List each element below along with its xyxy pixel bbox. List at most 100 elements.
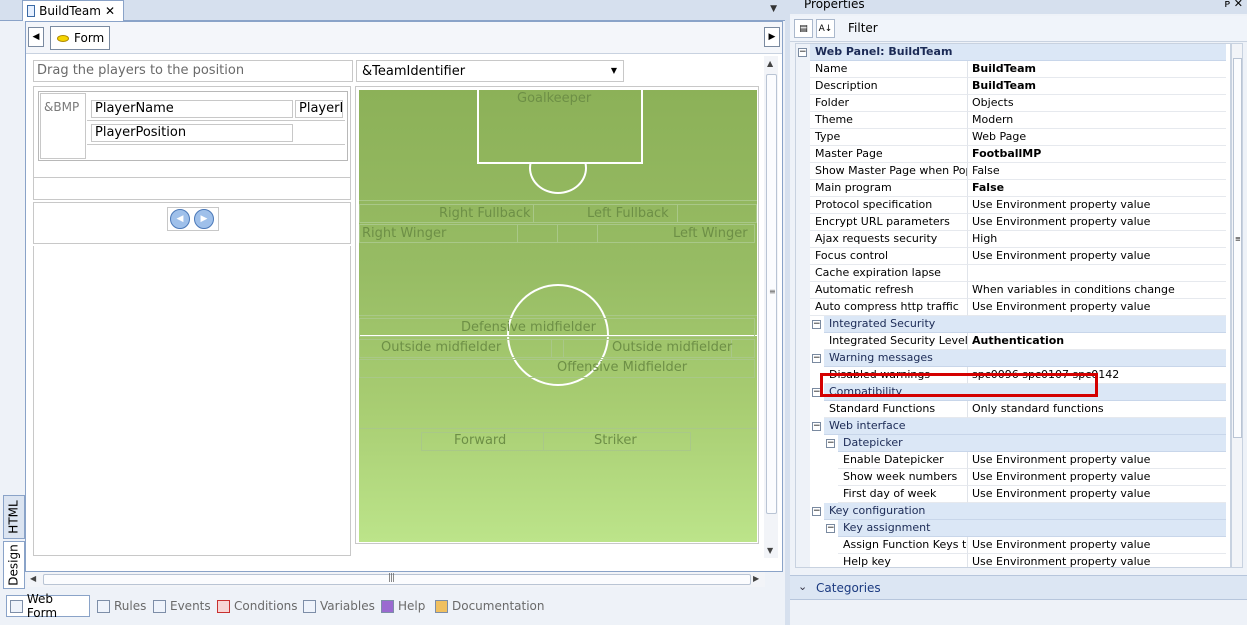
tab-web-form[interactable]: Web Form xyxy=(6,592,90,620)
property-value[interactable] xyxy=(968,265,1226,282)
property-value[interactable]: FootballMP xyxy=(968,146,1226,163)
property-grid[interactable]: − Web Panel: BuildTeam Name BuildTeam Desc… xyxy=(795,43,1231,568)
sort-alpha-icon[interactable]: A↓ xyxy=(816,19,835,38)
team-identifier-select[interactable]: &TeamIdentifier ▼ xyxy=(356,60,624,82)
scroll-down-icon[interactable]: ▼ xyxy=(767,546,773,555)
category-compatibility[interactable]: − Compatibility xyxy=(796,384,1230,401)
category-web-interface[interactable]: − Web interface xyxy=(796,418,1230,435)
nav-right-button[interactable]: ▶ xyxy=(764,27,780,47)
property-row[interactable]: Master Page FootballMP xyxy=(796,146,1230,163)
property-grid-scrollbar[interactable]: ≡ xyxy=(1231,43,1243,568)
close-icon[interactable]: ✕ xyxy=(105,4,115,18)
property-row[interactable]: Folder Objects xyxy=(796,95,1230,112)
category-integrated-security[interactable]: − Integrated Security xyxy=(796,316,1230,333)
tab-variables[interactable]: Variables xyxy=(300,595,378,617)
property-value[interactable]: Web Page xyxy=(968,129,1226,146)
property-value[interactable]: spc0096 spc0107 spc0142 xyxy=(968,367,1226,384)
player-id-field[interactable]: PlayerI xyxy=(295,100,343,118)
property-value[interactable]: Use Environment property value xyxy=(968,537,1226,554)
property-value[interactable]: Use Environment property value xyxy=(968,299,1226,316)
category-key-configuration[interactable]: − Key configuration xyxy=(796,503,1230,520)
tab-documentation[interactable]: Documentation xyxy=(432,595,548,617)
position-forward[interactable]: Forward xyxy=(454,432,506,450)
property-row-integrated-security-level[interactable]: Integrated Security Level Authentication xyxy=(796,333,1230,350)
pager-next-button[interactable]: ▶ xyxy=(194,209,214,229)
property-row[interactable]: Encrypt URL parameters Use Environment pr… xyxy=(796,214,1230,231)
bmp-variable[interactable]: &BMP xyxy=(40,93,86,159)
form-button[interactable]: Form xyxy=(50,26,110,50)
property-row[interactable]: Show Master Page when Pop-upFalse xyxy=(796,163,1230,180)
nav-left-button[interactable]: ◀ xyxy=(28,27,44,47)
property-row[interactable]: Cache expiration lapse xyxy=(796,265,1230,282)
double-chevron-down-icon[interactable]: ⌄ xyxy=(798,580,807,593)
property-row[interactable]: Main program False xyxy=(796,180,1230,197)
categorized-icon[interactable]: ▤ xyxy=(794,19,813,38)
property-row[interactable]: Theme Modern xyxy=(796,112,1230,129)
property-scroll-thumb[interactable]: ≡ xyxy=(1233,58,1242,438)
property-value[interactable]: Use Environment property value xyxy=(968,248,1226,265)
collapse-icon[interactable]: − xyxy=(812,388,821,397)
property-row-assign-function-keys[interactable]: Assign Function Keys to Screen Use Envir… xyxy=(796,537,1230,554)
collapse-icon[interactable]: − xyxy=(826,524,835,533)
position-defensive-midfielder[interactable]: Defensive midfielder xyxy=(461,319,596,337)
property-row-show-week-numbers[interactable]: Show week numbers Use Environment proper… xyxy=(796,469,1230,486)
position-right-winger[interactable]: Right Winger xyxy=(362,225,446,243)
property-value[interactable]: High xyxy=(968,231,1226,248)
horizontal-scroll-thumb[interactable]: ||| xyxy=(43,573,751,585)
property-row[interactable]: Focus control Use Environment property va… xyxy=(796,248,1230,265)
property-row[interactable]: Type Web Page xyxy=(796,129,1230,146)
property-row[interactable]: Ajax requests security High xyxy=(796,231,1230,248)
side-tab-design[interactable]: Design xyxy=(3,541,25,589)
position-outside-midfielder-left[interactable]: Outside midfielder xyxy=(381,339,501,357)
property-value[interactable]: Objects xyxy=(968,95,1226,112)
property-value[interactable]: Use Environment property value xyxy=(968,452,1226,469)
filter-button[interactable]: Filter xyxy=(848,21,878,35)
position-right-fullback[interactable]: Right Fullback xyxy=(439,205,531,223)
side-tab-html[interactable]: HTML xyxy=(3,495,25,539)
property-value[interactable]: Only standard functions xyxy=(968,401,1226,418)
tab-help[interactable]: Help xyxy=(378,595,428,617)
property-value[interactable]: False xyxy=(968,180,1226,197)
property-row-disabled-warnings[interactable]: Disabled warnings spc0096 spc0107 spc014… xyxy=(796,367,1230,384)
position-offensive-midfielder[interactable]: Offensive Midfielder xyxy=(557,359,687,377)
collapse-icon[interactable]: − xyxy=(812,320,821,329)
property-value[interactable]: Modern xyxy=(968,112,1226,129)
category-warning-messages[interactable]: − Warning messages xyxy=(796,350,1230,367)
property-value[interactable]: Use Environment property value xyxy=(968,469,1226,486)
property-row-first-day-of-week[interactable]: First day of week Use Environment proper… xyxy=(796,486,1230,503)
property-row[interactable]: Auto compress http traffic Use Environmen… xyxy=(796,299,1230,316)
property-row-standard-functions[interactable]: Standard Functions Only standard functio… xyxy=(796,401,1230,418)
chevron-down-icon[interactable]: ▼ xyxy=(611,66,617,75)
vertical-scroll-thumb[interactable]: ≡ xyxy=(766,74,777,514)
position-outside-midfielder-right[interactable]: Outside midfielder xyxy=(612,339,732,357)
drag-hint-text[interactable]: Drag the players to the position xyxy=(33,60,353,82)
property-value[interactable]: Use Environment property value xyxy=(968,554,1226,567)
categories-bar[interactable]: ⌄ Categories xyxy=(790,575,1247,600)
category-datepicker[interactable]: − Datepicker xyxy=(796,435,1230,452)
collapse-icon[interactable]: − xyxy=(798,48,807,57)
collapse-icon[interactable]: − xyxy=(812,354,821,363)
document-tab-buildteam[interactable]: BuildTeam ✕ xyxy=(22,0,124,21)
property-value[interactable]: BuildTeam xyxy=(968,61,1226,78)
property-value[interactable]: When variables in conditions change xyxy=(968,282,1226,299)
property-row-help-key[interactable]: Help key Use Environment property value xyxy=(796,554,1230,567)
position-goalkeeper[interactable]: Goalkeeper xyxy=(517,90,591,108)
players-grid[interactable]: &BMP PlayerName PlayerI PlayerPosition xyxy=(33,86,351,200)
property-value[interactable]: False xyxy=(968,163,1226,180)
scroll-left-icon[interactable]: ◀ xyxy=(30,574,36,583)
property-row[interactable]: Protocol specification Use Environment pr… xyxy=(796,197,1230,214)
canvas-horizontal-scrollbar[interactable]: ◀ ||| ▶ xyxy=(27,572,765,587)
position-left-fullback[interactable]: Left Fullback xyxy=(587,205,669,223)
player-name-field[interactable]: PlayerName xyxy=(91,100,293,118)
property-root-row[interactable]: − Web Panel: BuildTeam xyxy=(796,44,1230,61)
collapse-icon[interactable]: − xyxy=(826,439,835,448)
tab-events[interactable]: Events xyxy=(150,595,214,617)
position-striker[interactable]: Striker xyxy=(594,432,637,450)
collapse-icon[interactable]: − xyxy=(812,507,821,516)
tab-rules[interactable]: Rules xyxy=(94,595,149,617)
property-row[interactable]: Automatic refresh When variables in condi… xyxy=(796,282,1230,299)
property-row-enable-datepicker[interactable]: Enable Datepicker Use Environment proper… xyxy=(796,452,1230,469)
pin-close-icons[interactable]: ᴘ ✕ xyxy=(1225,0,1243,10)
scroll-right-icon[interactable]: ▶ xyxy=(753,574,759,583)
property-value[interactable]: Use Environment property value xyxy=(968,197,1226,214)
